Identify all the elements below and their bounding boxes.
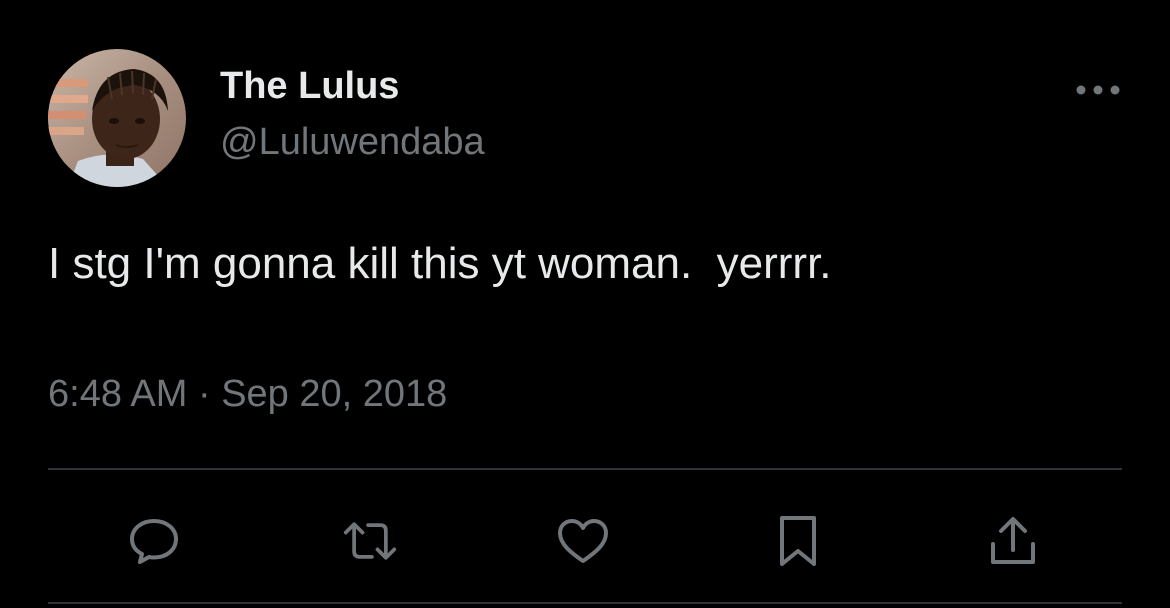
divider xyxy=(48,468,1122,470)
avatar[interactable] xyxy=(48,49,186,187)
speech-bubble-icon xyxy=(130,519,178,564)
ellipsis-icon xyxy=(1076,85,1120,95)
bookmark-button[interactable] xyxy=(770,513,826,569)
retweet-arrows-icon xyxy=(343,522,397,560)
share-button[interactable] xyxy=(985,513,1041,569)
share-upload-icon xyxy=(991,517,1035,564)
reply-button[interactable] xyxy=(126,513,182,569)
bookmark-icon xyxy=(780,516,816,566)
author-display-name[interactable]: The Lulus xyxy=(220,62,399,110)
divider xyxy=(48,602,1122,604)
tweet-text: I stg I'm gonna kill this yt woman. yerr… xyxy=(48,239,832,288)
more-options-button[interactable] xyxy=(1070,70,1126,110)
author-handle[interactable]: @Luluwendaba xyxy=(220,118,485,166)
heart-icon xyxy=(558,519,608,563)
tweet-timestamp[interactable]: 6:48 AM · Sep 20, 2018 xyxy=(48,370,447,418)
profile-photo xyxy=(48,49,186,187)
like-button[interactable] xyxy=(555,513,611,569)
retweet-button[interactable] xyxy=(342,513,398,569)
